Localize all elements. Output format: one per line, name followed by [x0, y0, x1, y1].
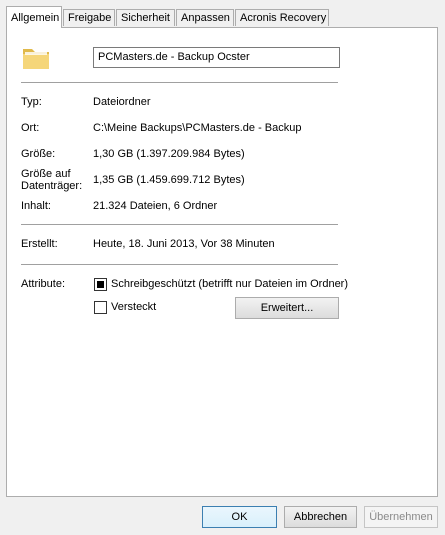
tab-anpassen[interactable]: Anpassen: [176, 9, 234, 26]
size-value: 1,30 GB (1.397.209.984 Bytes): [93, 148, 245, 160]
readonly-label[interactable]: Schreibgeschützt (betrifft nur Dateien i…: [111, 278, 348, 290]
advanced-button[interactable]: Erweitert...: [235, 297, 339, 319]
folder-icon: [23, 49, 49, 69]
created-label: Erstellt:: [21, 238, 58, 250]
readonly-checkbox[interactable]: [94, 278, 107, 291]
separator: [21, 82, 338, 83]
ok-button[interactable]: OK: [202, 506, 277, 528]
size-on-disk-label: Größe auf Datenträger:: [21, 168, 82, 192]
location-label: Ort:: [21, 122, 40, 134]
attributes-label: Attribute:: [21, 278, 66, 290]
separator: [21, 224, 338, 225]
hidden-checkbox[interactable]: [94, 301, 107, 314]
hidden-label[interactable]: Versteckt: [111, 301, 156, 313]
type-value: Dateiordner: [93, 96, 151, 108]
size-on-disk-value: 1,35 GB (1.459.699.712 Bytes): [93, 174, 245, 186]
separator: [21, 264, 338, 265]
created-value: Heute, 18. Juni 2013, Vor 38 Minuten: [93, 238, 275, 250]
general-tab-panel: PCMasters.de - Backup Ocster Typ: Dateio…: [6, 27, 438, 497]
size-on-disk-label-line2: Datenträger:: [21, 180, 83, 192]
contents-value: 21.324 Dateien, 6 Ordner: [93, 200, 218, 212]
location-value: C:\Meine Backups\PCMasters.de - Backup: [93, 122, 302, 134]
tab-allgemein[interactable]: Allgemein: [6, 6, 62, 28]
folder-name-field[interactable]: PCMasters.de - Backup Ocster: [93, 47, 340, 68]
apply-button[interactable]: Übernehmen: [364, 506, 438, 528]
size-on-disk-label-line1: Größe auf: [21, 168, 71, 180]
tab-sicherheit[interactable]: Sicherheit: [116, 9, 175, 26]
size-label: Größe:: [21, 148, 56, 160]
contents-label: Inhalt:: [21, 200, 51, 212]
tab-acronis-recovery[interactable]: Acronis Recovery: [235, 9, 329, 26]
tab-freigabe[interactable]: Freigabe: [63, 9, 115, 26]
type-label: Typ:: [21, 96, 42, 108]
cancel-button[interactable]: Abbrechen: [284, 506, 357, 528]
